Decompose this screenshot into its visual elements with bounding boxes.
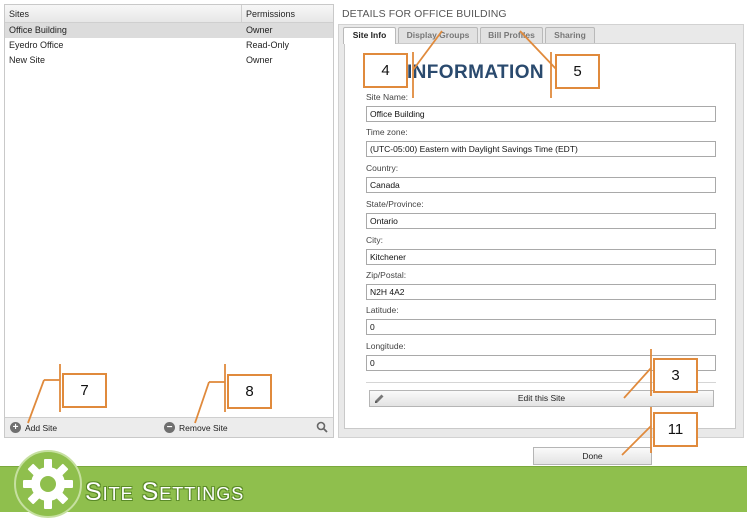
add-site-label: Add Site xyxy=(25,423,58,433)
remove-site-label: Remove Site xyxy=(179,423,228,433)
permission-cell: Owner xyxy=(246,25,273,35)
permission-cell: Owner xyxy=(246,55,273,65)
tab-sharing[interactable]: Sharing xyxy=(545,27,595,43)
section-heading: INFORMATION xyxy=(407,62,545,83)
longitude-label: Longitude: xyxy=(366,341,406,351)
time-zone-field[interactable]: (UTC-05:00) Eastern with Daylight Saving… xyxy=(366,141,716,157)
col-header-permissions[interactable]: Permissions xyxy=(246,9,295,19)
column-divider[interactable] xyxy=(241,5,242,23)
site-name-field[interactable]: Office Building xyxy=(366,106,716,122)
plus-icon: + xyxy=(10,422,21,433)
country-field[interactable]: Canada xyxy=(366,177,716,193)
zip-field[interactable]: N2H 4A2 xyxy=(366,284,716,300)
callout-5: 5 xyxy=(555,54,600,89)
site-name-cell: Office Building xyxy=(9,25,67,35)
sites-table-header: Sites Permissions xyxy=(5,5,333,23)
city-label: City: xyxy=(366,235,383,245)
tab-site-info[interactable]: Site Info xyxy=(343,27,396,44)
banner-title: Site Settings xyxy=(85,478,245,506)
add-site-button[interactable]: + Add Site xyxy=(10,422,70,434)
sites-panel: Sites Permissions Office Building Owner … xyxy=(4,4,334,438)
done-button[interactable]: Done xyxy=(533,447,652,465)
callout-11: 11 xyxy=(653,412,698,447)
site-row-new-site[interactable]: New Site Owner xyxy=(5,53,333,68)
site-name-cell: Eyedro Office xyxy=(9,40,64,50)
callout-8: 8 xyxy=(227,374,272,409)
sites-toolbar: + Add Site − Remove Site xyxy=(5,417,333,437)
details-title: DETAILS FOR OFFICE BUILDING xyxy=(342,8,507,20)
tab-display-groups[interactable]: Display Groups xyxy=(398,27,478,43)
search-icon[interactable] xyxy=(316,421,328,433)
time-zone-label: Time zone: xyxy=(366,127,408,137)
callout-7: 7 xyxy=(62,373,107,408)
zip-label: Zip/Postal: xyxy=(366,270,407,280)
tab-bill-profiles[interactable]: Bill Profiles xyxy=(480,27,543,43)
remove-site-button[interactable]: − Remove Site xyxy=(164,422,239,434)
city-field[interactable]: Kitchener xyxy=(366,249,716,265)
latitude-label: Latitude: xyxy=(366,305,399,315)
callout-4: 4 xyxy=(363,53,408,88)
banner-bottom-strip xyxy=(0,512,747,519)
callout-3: 3 xyxy=(653,358,698,393)
state-field[interactable]: Ontario xyxy=(366,213,716,229)
latitude-field[interactable]: 0 xyxy=(366,319,716,335)
site-name-label: Site Name: xyxy=(366,92,409,102)
country-label: Country: xyxy=(366,163,399,173)
site-row-eyedro-office[interactable]: Eyedro Office Read-Only xyxy=(5,38,333,53)
permission-cell: Read-Only xyxy=(246,40,290,50)
site-name-cell: New Site xyxy=(9,55,46,65)
col-header-sites[interactable]: Sites xyxy=(9,9,29,19)
edit-site-label: Edit this Site xyxy=(517,393,566,403)
minus-icon: − xyxy=(164,422,175,433)
site-row-office-building[interactable]: Office Building Owner xyxy=(5,23,333,38)
gear-icon xyxy=(14,450,82,518)
state-label: State/Province: xyxy=(366,199,424,209)
pencil-icon xyxy=(375,394,384,403)
